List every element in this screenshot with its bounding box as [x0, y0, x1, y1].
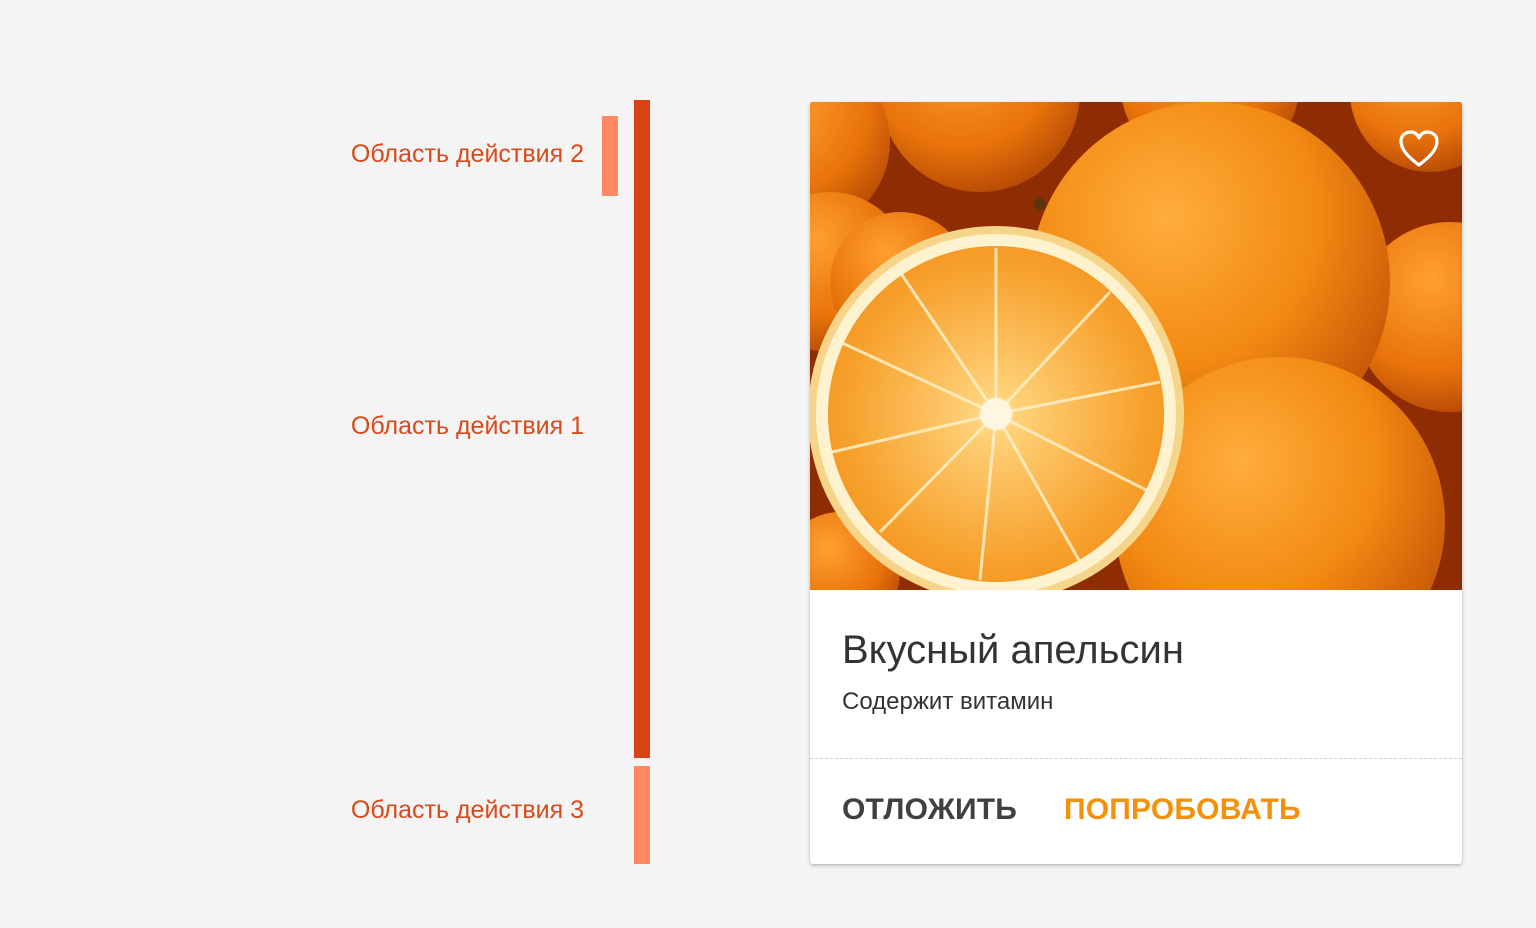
card-title: Вкусный апельсин	[842, 628, 1184, 672]
area-1-label: Область действия 1	[350, 412, 584, 440]
area-3-bar	[634, 766, 650, 864]
card-content: Вкусный апельсин Содержит витамин	[810, 590, 1462, 758]
oranges-illustration	[810, 102, 1462, 590]
area-1-bar	[634, 100, 650, 758]
favorite-button[interactable]	[1398, 128, 1440, 170]
postpone-button[interactable]: ОТЛОЖИТЬ	[842, 795, 1017, 825]
try-button[interactable]: ПОПРОБОВАТЬ	[1064, 795, 1301, 825]
oranges-image[interactable]	[810, 102, 1462, 590]
heart-outline-icon	[1399, 130, 1439, 167]
product-card[interactable]: Вкусный апельсин Содержит витамин ОТЛОЖИ…	[810, 102, 1462, 864]
stage: Область действия 2 Область действия 1 Об…	[0, 0, 1536, 928]
card-actions: ОТЛОЖИТЬ ПОПРОБОВАТЬ	[810, 759, 1462, 864]
area-2-label: Область действия 2	[350, 140, 584, 168]
area-3-label: Область действия 3	[350, 796, 584, 824]
card-subtitle: Содержит витамин	[842, 688, 1054, 715]
area-2-bar	[602, 116, 618, 196]
